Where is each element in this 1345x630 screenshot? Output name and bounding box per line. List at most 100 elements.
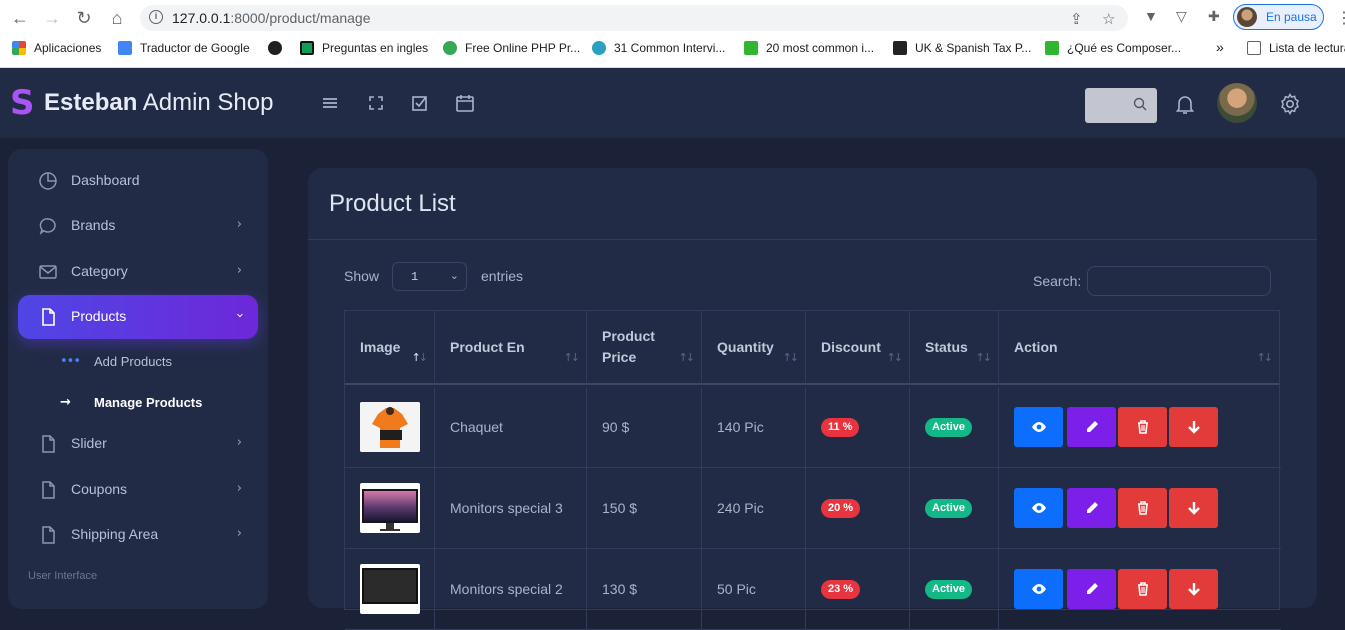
- sidebar-item-products[interactable]: Products ›: [18, 295, 258, 339]
- bookmark-composer[interactable]: ¿Qué es Composer...: [1045, 41, 1181, 57]
- pencil-icon: [1087, 583, 1098, 594]
- trash-icon: [1138, 582, 1148, 596]
- column-header-discount[interactable]: Discount ↑↓: [806, 311, 910, 385]
- bookmark-20-most[interactable]: 20 most common i...: [744, 41, 874, 57]
- search-icon[interactable]: [1133, 97, 1147, 111]
- deactivate-button[interactable]: [1169, 488, 1218, 528]
- eye-icon: [1032, 422, 1046, 432]
- reload-icon[interactable]: ↻: [73, 7, 95, 29]
- bookmark-label: Free Online PHP Pr...: [465, 41, 581, 55]
- url-path: :8000/product/manage: [230, 10, 371, 26]
- menu-toggle-icon[interactable]: [320, 93, 340, 113]
- google-translate-icon: [118, 41, 132, 55]
- cell-actions: [999, 387, 1279, 468]
- cell-quantity: 140 Pic: [702, 387, 806, 468]
- column-header-quantity[interactable]: Quantity ↑↓: [702, 311, 806, 385]
- bookmark-preguntas[interactable]: Preguntas en ingles: [300, 41, 428, 57]
- bookmark-label: 31 Common Intervi...: [614, 41, 726, 55]
- view-button[interactable]: [1014, 569, 1063, 609]
- share-icon[interactable]: ⇪: [1070, 10, 1083, 28]
- address-bar[interactable]: i 127.0.0.1:8000/product/manage ⇪ ☆: [140, 5, 1128, 31]
- browser-menu-icon[interactable]: ⋮: [1336, 8, 1345, 28]
- jacket-image: [360, 402, 420, 452]
- delete-button[interactable]: [1118, 488, 1167, 528]
- bookmark-apps[interactable]: Aplicaciones: [12, 41, 101, 57]
- delete-button[interactable]: [1118, 569, 1167, 609]
- extensions-puzzle-icon[interactable]: ✚: [1208, 8, 1220, 25]
- view-button[interactable]: [1014, 488, 1063, 528]
- search-label: Search:: [1033, 273, 1082, 289]
- cell-quantity: 50 Pic: [702, 549, 806, 630]
- extension-vue-devtools-icon[interactable]: ▽: [1176, 8, 1187, 25]
- file-icon: [42, 435, 55, 453]
- more-bookmarks-chevron[interactable]: »: [1216, 39, 1224, 55]
- cell-image: [345, 387, 435, 468]
- settings-gear-icon[interactable]: [1278, 92, 1302, 116]
- column-header-image[interactable]: Image ↑↓: [345, 311, 435, 385]
- checkbox-icon[interactable]: [410, 93, 430, 113]
- site-info-icon[interactable]: i: [149, 10, 163, 24]
- profile-button[interactable]: En pausa: [1233, 4, 1324, 30]
- arrow-down-icon: [1188, 502, 1200, 515]
- cell-product-price: 130 $: [587, 549, 702, 630]
- chat-bubble-icon: [39, 218, 56, 236]
- back-arrow-icon[interactable]: ←: [9, 7, 31, 29]
- column-header-product-en[interactable]: Product En ↑↓: [435, 311, 587, 385]
- bookmarks-bar: Aplicaciones Traductor de Google Pregunt…: [0, 38, 1345, 60]
- cell-actions: [999, 549, 1279, 630]
- fullscreen-icon[interactable]: [366, 93, 386, 113]
- sidebar-item-coupons[interactable]: Coupons ›: [18, 468, 258, 512]
- product-image-monitor[interactable]: [360, 564, 420, 614]
- product-image-monitor[interactable]: [360, 483, 420, 533]
- forward-arrow-icon[interactable]: →: [41, 7, 63, 29]
- calendar-icon[interactable]: [455, 93, 475, 113]
- table-search-input[interactable]: [1087, 266, 1271, 296]
- column-header-action[interactable]: Action ↑↓: [999, 311, 1279, 385]
- eye-icon: [1032, 503, 1046, 513]
- column-header-label: Product En: [450, 339, 525, 355]
- sidebar-item-shipping-area[interactable]: Shipping Area ›: [18, 513, 258, 557]
- delete-button[interactable]: [1118, 407, 1167, 447]
- bookmark-google-translate[interactable]: Traductor de Google: [118, 41, 250, 57]
- deactivate-button[interactable]: [1169, 407, 1218, 447]
- view-button[interactable]: [1014, 407, 1063, 447]
- bookmark-uk-tax[interactable]: UK & Spanish Tax P...: [893, 41, 1031, 57]
- edit-button[interactable]: [1067, 569, 1116, 609]
- table-row: Monitors special 3 150 $ 240 Pic 20 % Ac…: [345, 468, 1281, 549]
- edit-button[interactable]: [1067, 488, 1116, 528]
- pencil-icon: [1087, 502, 1098, 513]
- notification-bell-icon[interactable]: [1173, 92, 1197, 116]
- product-image-jacket[interactable]: [360, 402, 420, 452]
- green-t-icon: [744, 41, 758, 55]
- brand-name[interactable]: Esteban Admin Shop: [44, 89, 273, 117]
- sidebar-item-label: Coupons: [71, 481, 128, 497]
- column-header-product-price[interactable]: Product Price ↑↓: [587, 311, 702, 385]
- column-header-label: Image: [360, 339, 401, 355]
- green-t-icon: [1045, 41, 1059, 55]
- bookmark-globe[interactable]: [268, 41, 290, 57]
- sidebar-item-dashboard[interactable]: Dashboard: [18, 159, 258, 203]
- bookmark-star-icon[interactable]: ☆: [1102, 10, 1115, 28]
- sidebar: Dashboard Brands › Category › Products ›…: [8, 149, 268, 609]
- monitor-image: [360, 483, 420, 533]
- sidebar-item-brands[interactable]: Brands ›: [18, 204, 258, 248]
- reading-list[interactable]: Lista de lectura: [1247, 41, 1345, 57]
- product-quantity: 50 Pic: [717, 581, 756, 597]
- sidebar-item-category[interactable]: Category ›: [18, 250, 258, 294]
- edit-button[interactable]: [1067, 407, 1116, 447]
- deactivate-button[interactable]: [1169, 569, 1218, 609]
- bookmark-php[interactable]: Free Online PHP Pr...: [443, 41, 580, 57]
- extension-vue-icon[interactable]: ▼: [1144, 8, 1158, 24]
- products-table: Image ↑↓ Product En ↑↓ Product Price ↑↓ …: [344, 310, 1281, 630]
- sidebar-item-slider[interactable]: Slider ›: [18, 422, 258, 466]
- entries-select[interactable]: 1 ⌄: [392, 262, 467, 291]
- home-icon[interactable]: ⌂: [106, 7, 128, 29]
- user-avatar[interactable]: [1217, 83, 1257, 123]
- column-header-status[interactable]: Status ↑↓: [910, 311, 999, 385]
- status-badge: Active: [925, 499, 973, 518]
- bookmark-interview[interactable]: 31 Common Intervi...: [592, 41, 725, 57]
- cell-status: Active: [910, 549, 999, 630]
- cell-status: Active: [910, 468, 999, 549]
- header-search-input[interactable]: [1085, 88, 1157, 123]
- reading-list-icon: [1247, 41, 1261, 55]
